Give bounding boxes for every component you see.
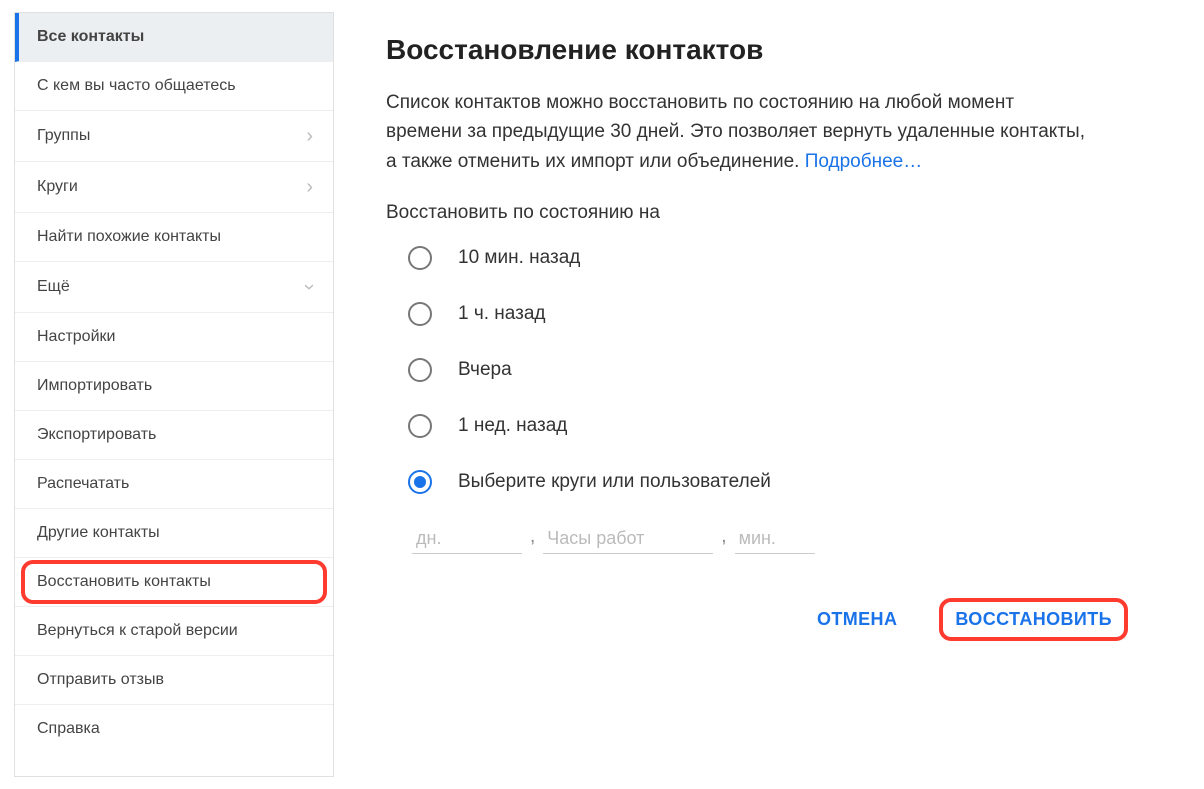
custom-time-inputs: , , — [412, 522, 1152, 554]
radio-label: Выберите круги или пользователей — [458, 471, 771, 493]
radio-option-yesterday[interactable]: Вчера — [408, 358, 1152, 382]
radio-option-1week[interactable]: 1 нед. назад — [408, 414, 1152, 438]
description: Список контактов можно восстановить по с… — [386, 88, 1086, 176]
radio-icon — [408, 358, 432, 382]
sidebar-item-frequent[interactable]: С кем вы часто общаетесь — [15, 62, 333, 111]
radio-option-10min[interactable]: 10 мин. назад — [408, 246, 1152, 270]
sidebar-item-help[interactable]: Справка — [15, 705, 333, 753]
sidebar-item-label: С кем вы часто общаетесь — [37, 77, 236, 95]
sidebar-item-all-contacts[interactable]: Все контакты — [15, 13, 333, 62]
days-input[interactable] — [412, 522, 522, 554]
sidebar-item-label: Вернуться к старой версии — [37, 622, 238, 640]
radio-label: Вчера — [458, 359, 512, 381]
separator: , — [721, 526, 726, 554]
sidebar-item-print[interactable]: Распечатать — [15, 460, 333, 509]
sidebar-item-label: Все контакты — [37, 28, 144, 46]
separator: , — [530, 526, 535, 554]
cancel-button[interactable]: ОТМЕНА — [803, 599, 911, 640]
subtitle: Восстановить по состоянию на — [386, 202, 1152, 224]
radio-icon — [408, 414, 432, 438]
chevron-right-icon: › — [306, 126, 313, 146]
radio-option-1h[interactable]: 1 ч. назад — [408, 302, 1152, 326]
sidebar-item-label: Справка — [37, 720, 100, 738]
sidebar: Все контакты С кем вы часто общаетесь Гр… — [14, 12, 334, 777]
radio-icon — [408, 246, 432, 270]
sidebar-item-export[interactable]: Экспортировать — [15, 411, 333, 460]
sidebar-item-label: Другие контакты — [37, 524, 160, 542]
sidebar-item-feedback[interactable]: Отправить отзыв — [15, 656, 333, 705]
sidebar-item-find-similar[interactable]: Найти похожие контакты — [15, 213, 333, 262]
sidebar-item-import[interactable]: Импортировать — [15, 362, 333, 411]
mins-input[interactable] — [735, 522, 815, 554]
radio-label: 10 мин. назад — [458, 247, 580, 269]
radio-icon — [408, 470, 432, 494]
more-link[interactable]: Подробнее… — [805, 151, 923, 172]
sidebar-item-settings[interactable]: Настройки — [15, 313, 333, 362]
sidebar-item-label: Ещё — [37, 278, 70, 296]
sidebar-item-more[interactable]: Ещё › — [15, 262, 333, 313]
sidebar-item-label: Импортировать — [37, 377, 152, 395]
radio-list: 10 мин. назад 1 ч. назад Вчера 1 нед. на… — [408, 246, 1152, 494]
sidebar-item-groups[interactable]: Группы › — [15, 111, 333, 162]
chevron-down-icon: › — [300, 284, 320, 291]
description-text: Список контактов можно восстановить по с… — [386, 92, 1085, 172]
radio-icon — [408, 302, 432, 326]
radio-option-custom[interactable]: Выберите круги или пользователей — [408, 470, 1152, 494]
sidebar-item-label: Найти похожие контакты — [37, 228, 221, 246]
page-title: Восстановление контактов — [386, 34, 1152, 66]
sidebar-item-label: Группы — [37, 127, 90, 145]
chevron-right-icon: › — [306, 177, 313, 197]
radio-label: 1 ч. назад — [458, 303, 546, 325]
sidebar-item-old-version[interactable]: Вернуться к старой версии — [15, 607, 333, 656]
sidebar-item-label: Распечатать — [37, 475, 129, 493]
hours-input[interactable] — [543, 522, 713, 554]
radio-label: 1 нед. назад — [458, 415, 567, 437]
sidebar-item-restore-contacts[interactable]: Восстановить контакты — [15, 558, 333, 607]
sidebar-item-other-contacts[interactable]: Другие контакты — [15, 509, 333, 558]
sidebar-item-label: Отправить отзыв — [37, 671, 164, 689]
dialog-footer: ОТМЕНА ВОССТАНОВИТЬ — [386, 598, 1152, 641]
sidebar-item-label: Экспортировать — [37, 426, 156, 444]
sidebar-item-label: Восстановить контакты — [37, 573, 211, 591]
main-panel: Восстановление контактов Список контакто… — [334, 0, 1204, 789]
sidebar-item-label: Круги — [37, 178, 78, 196]
restore-button[interactable]: ВОССТАНОВИТЬ — [939, 598, 1128, 641]
sidebar-item-circles[interactable]: Круги › — [15, 162, 333, 213]
sidebar-item-label: Настройки — [37, 328, 115, 346]
